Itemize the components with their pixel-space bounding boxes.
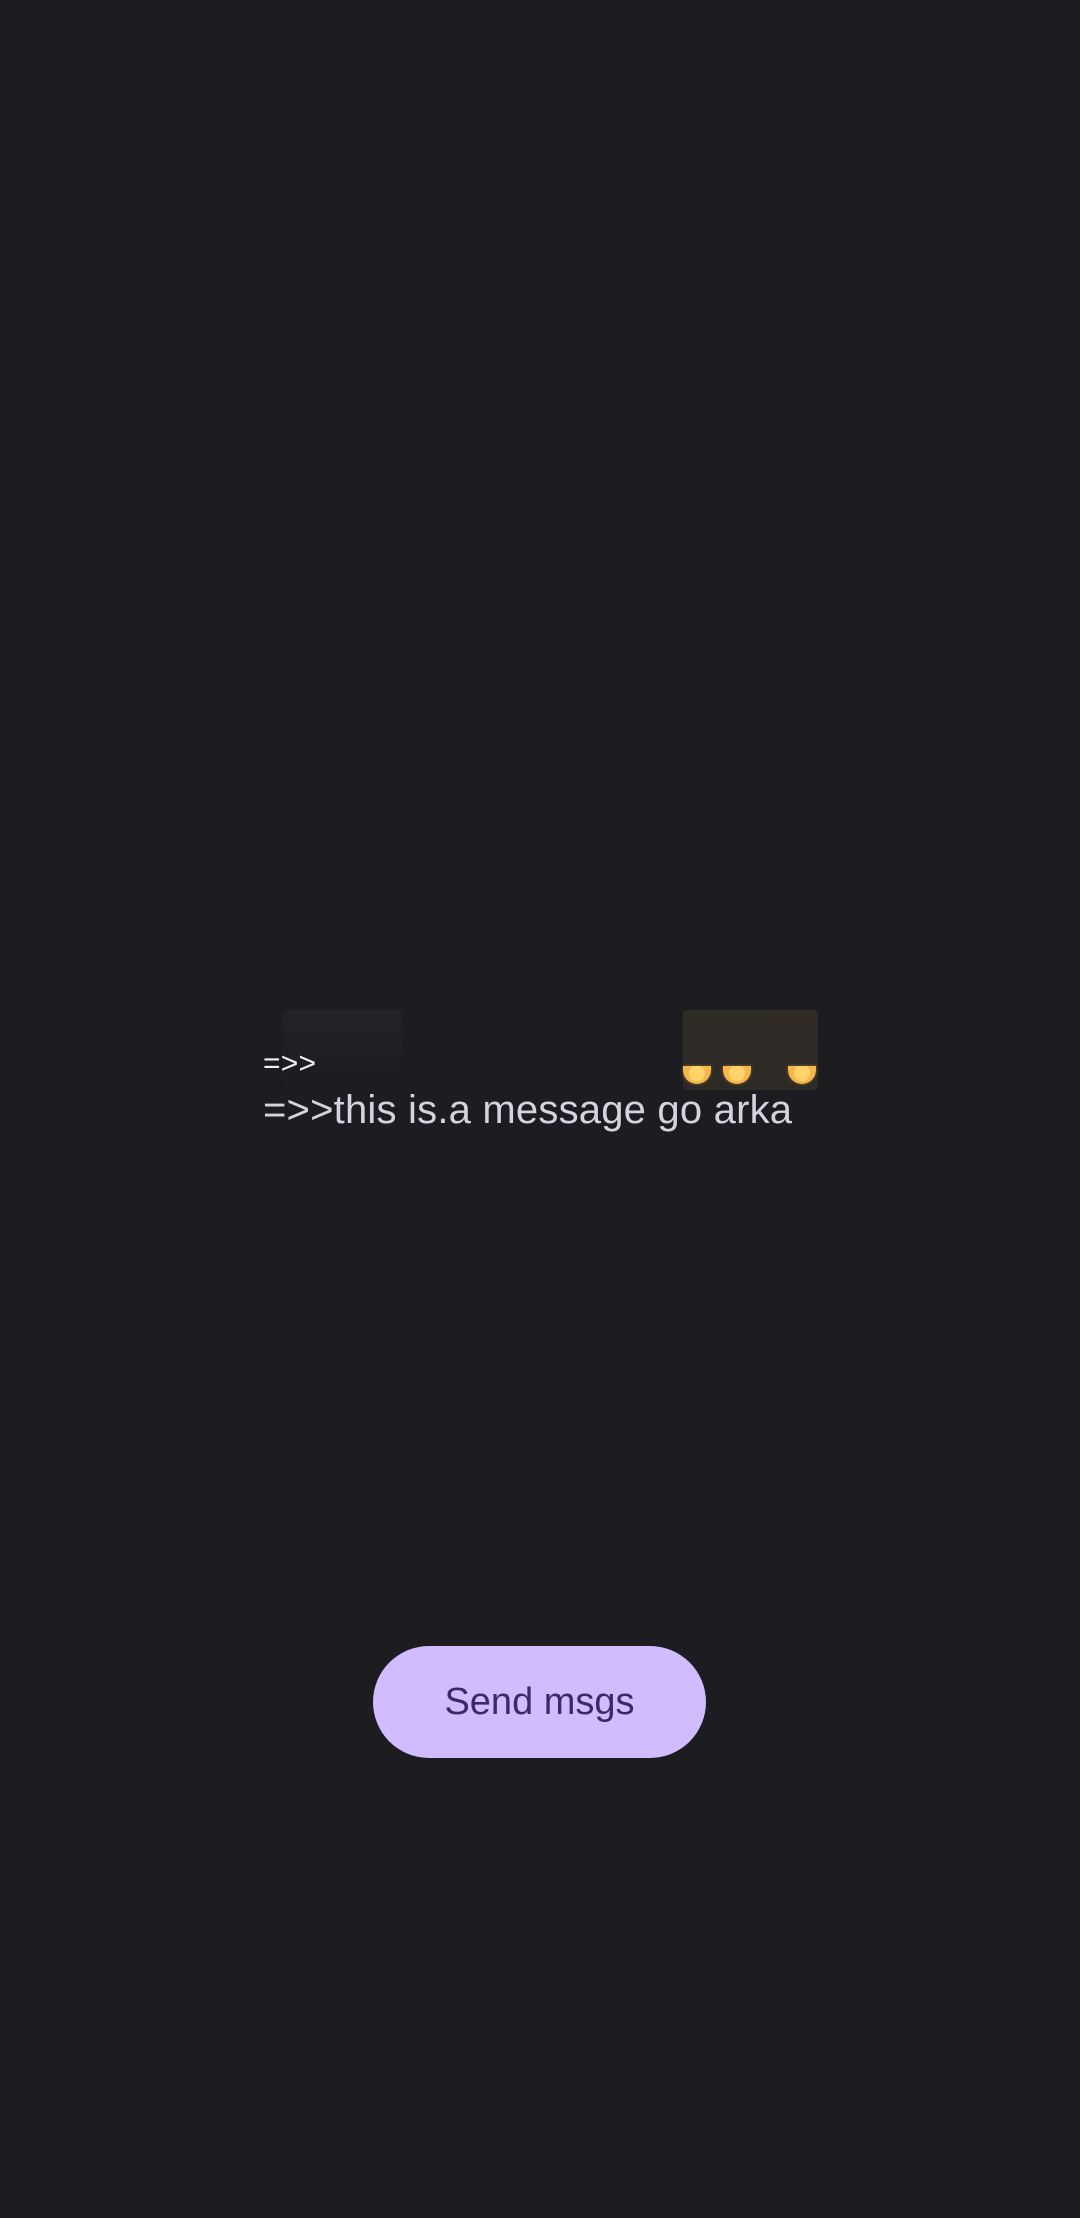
message-line: =>>this is.a message go arka: [263, 1088, 793, 1132]
smiley-emoji-icon: [788, 1066, 816, 1084]
send-msgs-button[interactable]: Send msgs: [373, 1646, 706, 1758]
emoji-reaction-preview: [683, 1010, 818, 1090]
message-list: =>> =>>this is.a message go arka: [263, 1010, 823, 1140]
smiley-emoji-icon: [683, 1066, 711, 1084]
message-line-faded: =>>: [263, 1047, 317, 1080]
smiley-emoji-icon: [723, 1066, 751, 1084]
